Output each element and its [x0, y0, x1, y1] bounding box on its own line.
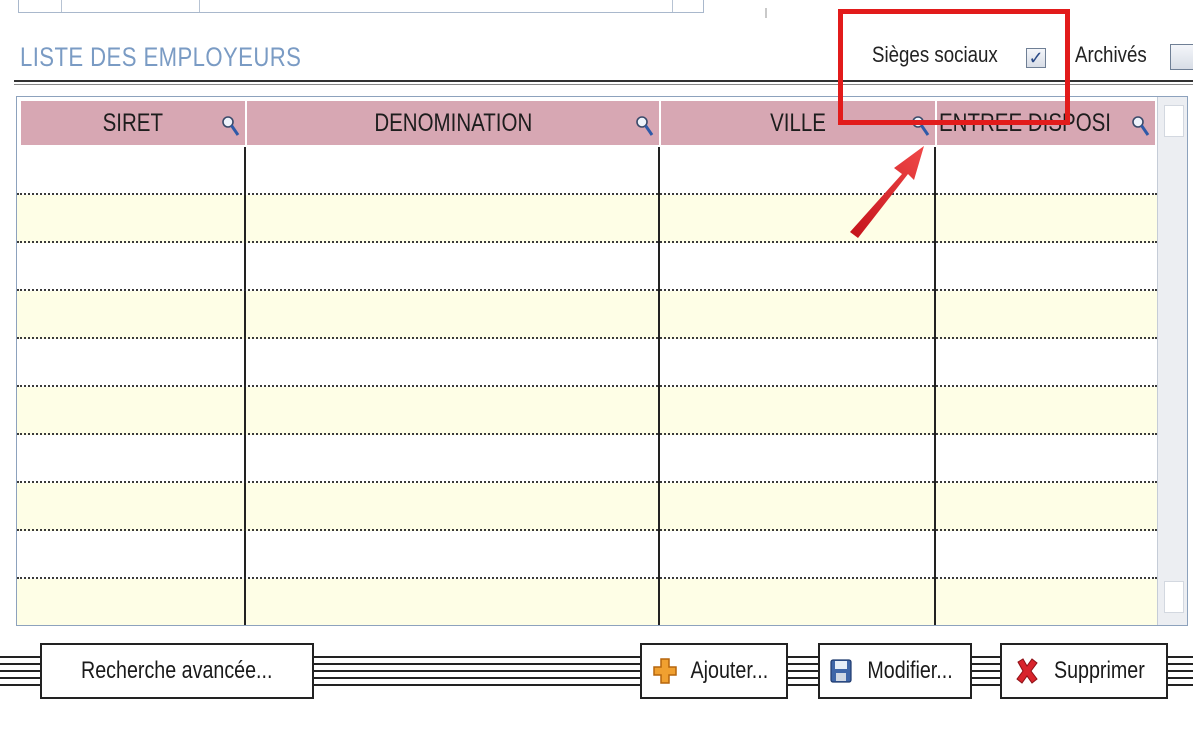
table-cell: [660, 387, 934, 433]
table-cell: [936, 531, 1157, 577]
magnifier-icon[interactable]: [221, 115, 241, 139]
table-cell: [936, 243, 1157, 289]
table-cell: [246, 387, 658, 433]
table-cell: [17, 531, 244, 577]
delete-icon: [1015, 658, 1038, 684]
add-label: Ajouter...: [690, 657, 768, 684]
employers-table: SIRET DENOMINATION VILLE ENTREE DISPOSI: [16, 96, 1188, 626]
table-cell: [936, 339, 1157, 385]
table-cell: [660, 435, 934, 481]
table-cell: [936, 147, 1157, 193]
table-row[interactable]: [17, 483, 1157, 531]
table-cell: [17, 435, 244, 481]
table-cell: [660, 291, 934, 337]
table-cell: [660, 531, 934, 577]
edit-label: Modifier...: [867, 657, 953, 684]
table-cell: [17, 195, 244, 241]
separator-tick: [765, 8, 767, 18]
red-arrow-annotation: [850, 146, 924, 238]
table-cell: [660, 483, 934, 529]
table-cell: [936, 387, 1157, 433]
archives-label: Archivés: [1075, 42, 1147, 67]
edit-button[interactable]: Modifier...: [818, 643, 972, 699]
table-cell: [17, 579, 244, 625]
table-cell: [660, 243, 934, 289]
table-cell: [936, 195, 1157, 241]
table-row[interactable]: [17, 195, 1157, 243]
add-button[interactable]: Ajouter...: [640, 643, 788, 699]
table-cell: [936, 579, 1157, 625]
table-cell: [246, 531, 658, 577]
table-row[interactable]: [17, 339, 1157, 387]
table-cell: [246, 435, 658, 481]
table-row[interactable]: [17, 147, 1157, 195]
magnifier-icon[interactable]: [635, 115, 655, 139]
column-header-siret[interactable]: SIRET: [21, 101, 247, 145]
column-divider: [658, 147, 660, 625]
table-cell: [246, 243, 658, 289]
column-header-denomination[interactable]: DENOMINATION: [247, 101, 661, 145]
column-divider: [244, 147, 246, 625]
table-row[interactable]: [17, 387, 1157, 435]
vertical-scrollbar[interactable]: [1157, 97, 1187, 625]
column-header-label: VILLE: [770, 108, 826, 137]
table-cell: [936, 435, 1157, 481]
table-cell: [246, 291, 658, 337]
table-cell: [17, 387, 244, 433]
magnifier-icon[interactable]: [1131, 115, 1151, 139]
previous-field-remnant: [18, 0, 704, 13]
table-cell: [17, 147, 244, 193]
advanced-search-label: Recherche avancée...: [81, 657, 273, 684]
table-row[interactable]: [17, 243, 1157, 291]
scroll-down-button[interactable]: [1164, 581, 1184, 613]
table-row[interactable]: [17, 435, 1157, 483]
table-cell: [660, 579, 934, 625]
table-cell: [246, 195, 658, 241]
table-cell: [936, 483, 1157, 529]
table-row[interactable]: [17, 579, 1157, 625]
column-header-label: DENOMINATION: [374, 108, 532, 137]
archives-checkbox[interactable]: [1170, 44, 1193, 70]
table-row[interactable]: [17, 291, 1157, 339]
scroll-up-button[interactable]: [1164, 105, 1184, 137]
save-icon: [830, 659, 852, 683]
advanced-search-button[interactable]: Recherche avancée...: [40, 643, 314, 699]
table-cell: [246, 339, 658, 385]
section-title: LISTE DES EMPLOYEURS: [20, 42, 302, 72]
table-cell: [246, 147, 658, 193]
table-cell: [17, 339, 244, 385]
table-cell: [936, 291, 1157, 337]
highlight-annotation: [838, 9, 1070, 125]
table-cell: [246, 579, 658, 625]
table-cell: [17, 291, 244, 337]
table-cell: [17, 483, 244, 529]
add-icon: [652, 658, 677, 684]
table-cell: [17, 243, 244, 289]
delete-button[interactable]: Supprimer: [1000, 643, 1168, 699]
table-cell: [660, 339, 934, 385]
table-row[interactable]: [17, 531, 1157, 579]
column-header-label: SIRET: [102, 108, 164, 137]
table-cell: [246, 483, 658, 529]
delete-label: Supprimer: [1053, 657, 1145, 684]
